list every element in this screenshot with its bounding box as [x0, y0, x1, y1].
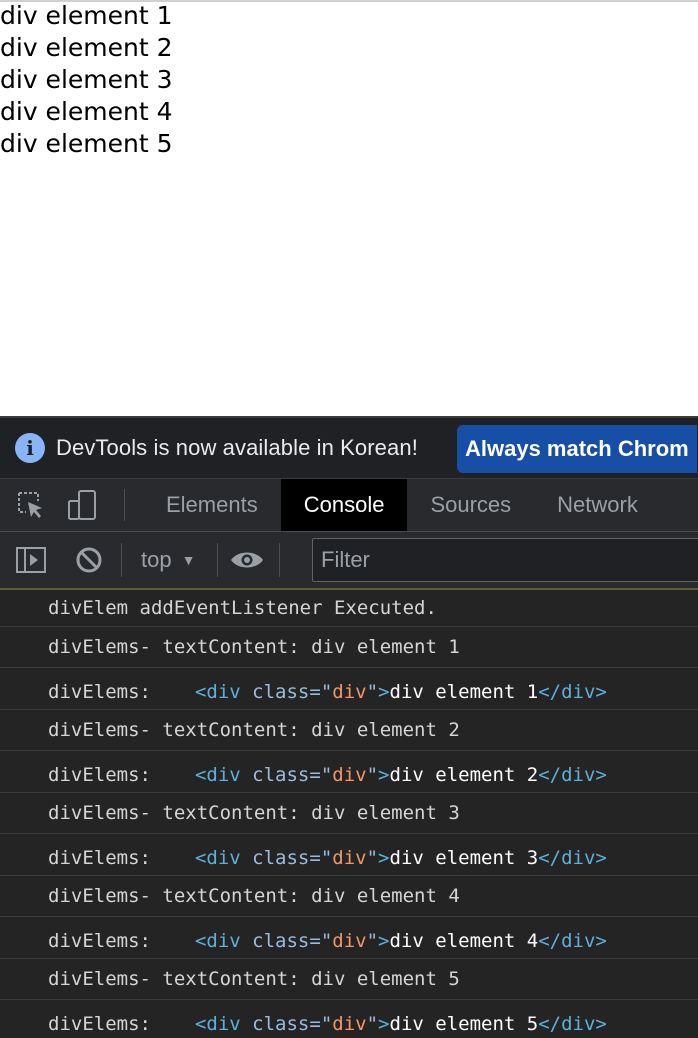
toolbar-separator — [279, 543, 281, 577]
eye-icon[interactable] — [229, 542, 265, 578]
attr-name: class= — [252, 929, 321, 952]
element-open-tag[interactable]: <div — [195, 1013, 241, 1035]
attr-name: class= — [252, 846, 321, 869]
element-inner-text: div element 4 — [389, 929, 539, 952]
toolbar-separator — [217, 543, 219, 577]
language-infobar: i DevTools is now available in Korean! A… — [0, 416, 698, 478]
tag-bracket: > — [378, 1012, 390, 1035]
tab-sources[interactable]: Sources — [407, 479, 534, 531]
log-message: divElems- textContent: div element 3 — [0, 793, 698, 834]
filter-input[interactable] — [312, 538, 698, 582]
clear-console-icon[interactable] — [71, 542, 107, 578]
inspect-element-icon[interactable] — [6, 479, 56, 531]
attr-quote: " — [366, 763, 379, 786]
element-open-tag[interactable]: <div — [195, 847, 241, 869]
log-message: divElems- textContent: div element 5 — [0, 959, 698, 1000]
log-label: divElems: — [48, 1012, 151, 1035]
log-label: divElems: — [48, 929, 151, 952]
page-div-5: div element 5 — [0, 129, 173, 158]
page-content: div element 1 div element 2 div element … — [0, 0, 698, 416]
context-label: top — [141, 547, 172, 572]
always-match-button[interactable]: Always match Chrom — [457, 425, 697, 473]
log-label: divElems: — [48, 763, 151, 786]
attr-quote: " — [320, 929, 333, 952]
attr-quote: " — [320, 680, 333, 703]
element-inner-text: div element 2 — [389, 763, 539, 786]
attr-quote: " — [366, 1012, 379, 1035]
attr-quote: " — [320, 846, 333, 869]
page-div-2: div element 2 — [0, 33, 173, 62]
sidebar-toggle-icon[interactable] — [13, 542, 49, 578]
page-div-1: div element 1 — [0, 1, 173, 30]
info-icon: i — [15, 433, 45, 463]
element-open-tag[interactable]: <div — [195, 930, 241, 952]
log-element-message: divElems: <div class= " div " > div element 5 <… — [0, 1000, 698, 1038]
tabbar-separator — [124, 489, 125, 521]
log-label: divElems: — [48, 680, 151, 703]
element-inner-text: div element 3 — [389, 846, 539, 869]
devtools-panel: i DevTools is now available in Korean! A… — [0, 416, 698, 1038]
page-div-4: div element 4 — [0, 97, 173, 126]
attr-quote: " — [320, 1012, 333, 1035]
tab-elements[interactable]: Elements — [143, 479, 281, 531]
attr-value: div — [332, 1012, 367, 1035]
attr-quote: " — [366, 680, 379, 703]
devtools-tabbar: Elements Console Sources Network — [0, 478, 698, 532]
element-close-tag: </div> — [538, 1012, 607, 1035]
log-message: divElem addEventListener Executed. — [0, 590, 698, 627]
tab-network[interactable]: Network — [534, 479, 661, 531]
tag-bracket: > — [378, 929, 390, 952]
log-message: divElems- textContent: div element 2 — [0, 710, 698, 751]
element-inner-text: div element 5 — [389, 1012, 539, 1035]
element-inner-text: div element 1 — [389, 680, 539, 703]
attr-value: div — [332, 846, 367, 869]
log-element-message: divElems: <div class= " div " > div element 1 <… — [0, 668, 698, 710]
log-message: divElems- textContent: div element 4 — [0, 876, 698, 917]
element-close-tag: </div> — [538, 846, 607, 869]
attr-name: class= — [252, 680, 321, 703]
element-close-tag: </div> — [538, 680, 607, 703]
element-close-tag: </div> — [538, 929, 607, 952]
attr-name: class= — [252, 1012, 321, 1035]
log-message: divElems- textContent: div element 1 — [0, 627, 698, 668]
device-toolbar-icon[interactable] — [56, 479, 110, 531]
tag-bracket: > — [378, 680, 390, 703]
log-element-message: divElems: <div class= " div " > div element 2 <… — [0, 751, 698, 793]
tab-console[interactable]: Console — [280, 479, 408, 531]
log-element-message: divElems: <div class= " div " > div element 4 <… — [0, 917, 698, 959]
console-toolbar: top ▼ — [0, 532, 698, 590]
dropdown-caret-icon: ▼ — [181, 552, 196, 568]
tag-bracket: > — [378, 763, 390, 786]
element-close-tag: </div> — [538, 763, 607, 786]
attr-quote: " — [320, 763, 333, 786]
attr-quote: " — [366, 929, 379, 952]
attr-value: div — [332, 763, 367, 786]
console-messages: divElem addEventListener Executed. divEl… — [0, 590, 698, 1038]
log-label: divElems: — [48, 846, 151, 869]
infobar-message: DevTools is now available in Korean! — [56, 435, 418, 460]
element-open-tag[interactable]: <div — [195, 764, 241, 786]
log-element-message: divElems: <div class= " div " > div element 3 <… — [0, 834, 698, 876]
attr-value: div — [332, 680, 367, 703]
page-div-3: div element 3 — [0, 65, 173, 94]
toolbar-separator — [121, 543, 122, 577]
attr-name: class= — [252, 763, 321, 786]
attr-value: div — [332, 929, 367, 952]
tag-bracket: > — [378, 846, 390, 869]
context-selector[interactable]: top ▼ — [133, 547, 203, 573]
element-open-tag[interactable]: <div — [195, 681, 241, 703]
attr-quote: " — [366, 846, 379, 869]
